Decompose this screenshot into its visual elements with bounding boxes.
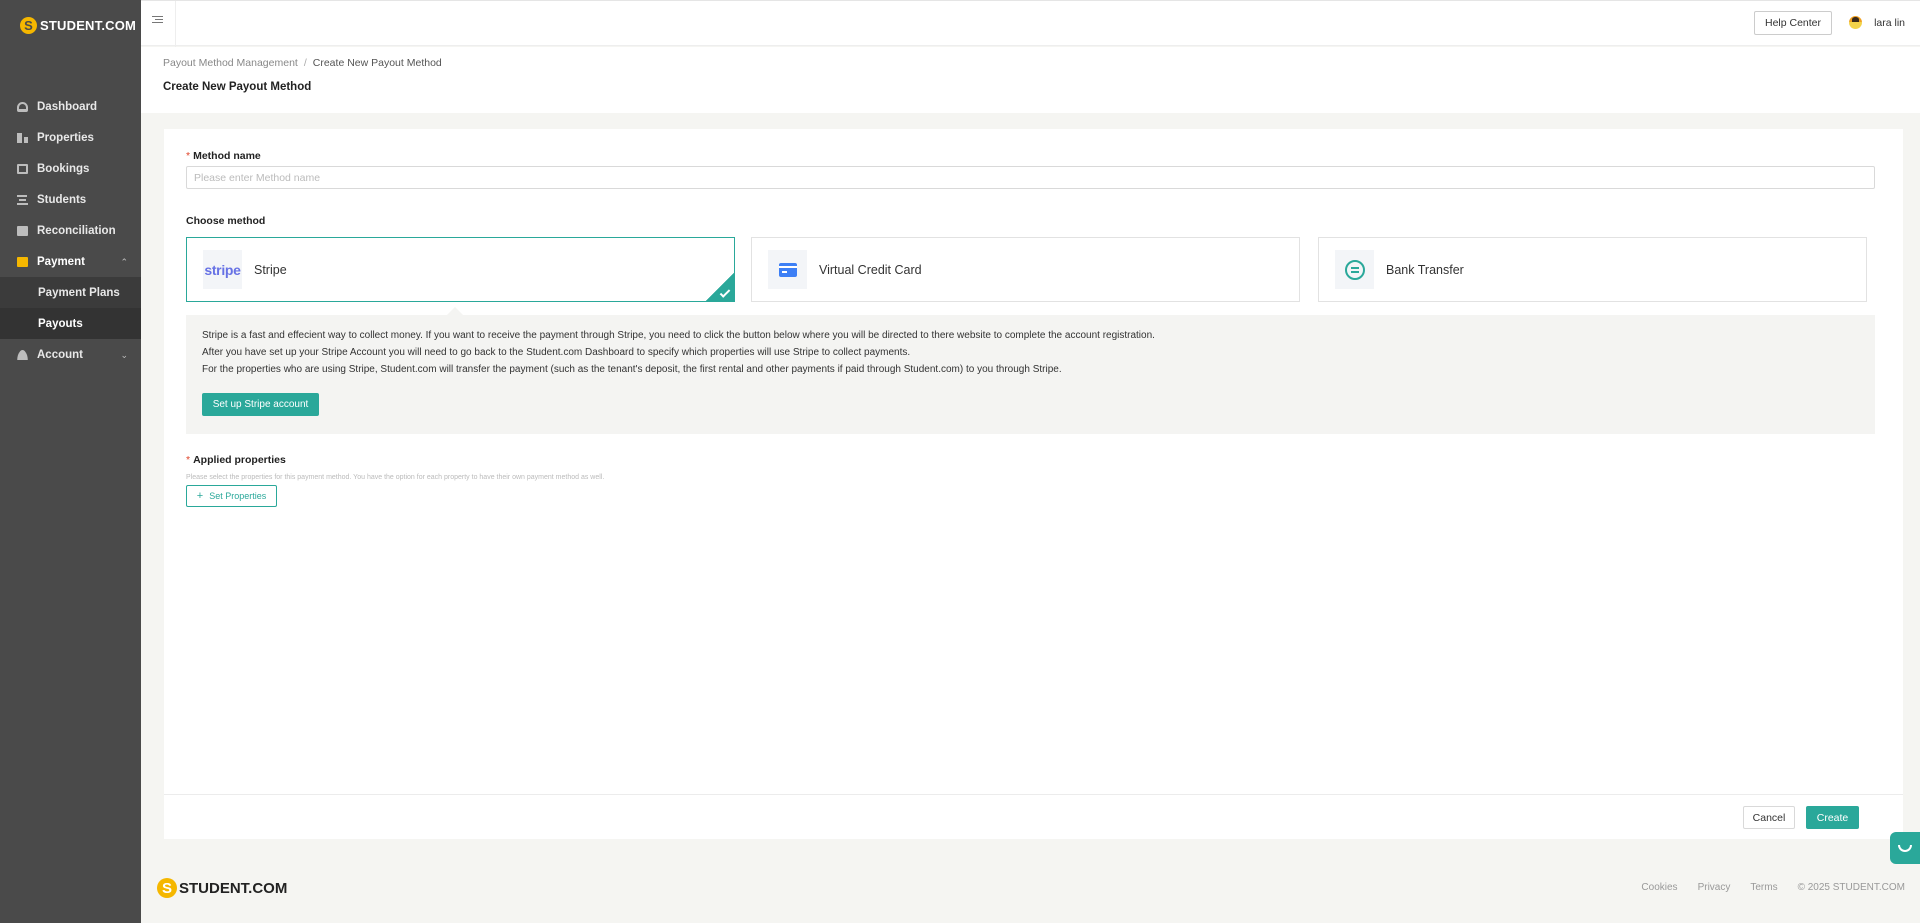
selected-corner: [705, 272, 734, 301]
app-logo[interactable]: S STUDENT.COM: [0, 0, 141, 50]
footer-link-privacy[interactable]: Privacy: [1698, 882, 1731, 893]
breadcrumb-current: Create New Payout Method: [312, 57, 442, 69]
method-name-label: * Method name: [186, 150, 261, 162]
method-option-stripe[interactable]: stripe Stripe: [186, 237, 735, 302]
setup-stripe-account-button[interactable]: Set up Stripe account: [202, 393, 319, 416]
applied-properties-label: * Applied properties: [186, 454, 286, 466]
sidebar-item-label: Reconciliation: [37, 224, 116, 237]
applied-properties-hint: Please select the properties for this pa…: [186, 474, 605, 481]
menu-collapse-icon[interactable]: [152, 16, 163, 26]
stripe-logo: stripe: [203, 250, 242, 289]
sidebar-item-reconciliation[interactable]: Reconciliation: [0, 215, 141, 246]
method-name-input[interactable]: [186, 166, 1875, 189]
divider: [175, 1, 176, 47]
sidebar-item-label: Payment: [37, 255, 85, 268]
sidebar-item-bookings[interactable]: Bookings: [0, 153, 141, 184]
user-name: lara lin: [1874, 16, 1905, 29]
method-option-label: Stripe: [254, 262, 287, 277]
bank-transfer-icon: [1344, 259, 1365, 280]
credit-card-icon: [778, 262, 797, 277]
applied-properties-label-text: Applied properties: [193, 454, 286, 466]
breadcrumb: Payout Method Management / Create New Pa…: [163, 57, 442, 69]
stripe-info-line: Stripe is a fast and effecient way to co…: [202, 330, 1155, 341]
sidebar-item-payment[interactable]: Payment ⌃: [0, 246, 141, 277]
sidebar-item-label: Bookings: [37, 162, 90, 175]
plus-icon: +: [196, 490, 204, 502]
chevron-down-icon: ⌄: [120, 350, 128, 360]
app-logo-text: STUDENT.COM: [40, 17, 137, 33]
sidebar-item-students[interactable]: Students: [0, 184, 141, 215]
footer-link-cookies[interactable]: Cookies: [1641, 882, 1677, 893]
sidebar-item-payment-plans[interactable]: Payment Plans: [0, 277, 141, 308]
form-card: *Method name Choose method stripe Stripe…: [164, 129, 1903, 839]
sidebar-item-properties[interactable]: Properties: [0, 122, 141, 153]
footer-logo-text: STUDENT.COM: [179, 879, 288, 897]
footer-links: Cookies Privacy Terms © 2025 STUDENT.COM: [1621, 882, 1905, 893]
form-actions: Cancel Create: [164, 794, 1903, 839]
avatar: [1849, 16, 1863, 29]
stripe-info-line: After you have set up your Stripe Accoun…: [202, 347, 911, 358]
sidebar-item-label: Account: [37, 348, 83, 361]
cancel-button[interactable]: Cancel: [1743, 806, 1795, 829]
calendar-icon: [17, 163, 28, 174]
sidebar-nav: Dashboard Properties Bookings Students R…: [0, 91, 141, 370]
sidebar-item-account[interactable]: Account ⌄: [0, 339, 141, 370]
users-icon: [17, 194, 28, 205]
sidebar-item-dashboard[interactable]: Dashboard: [0, 91, 141, 122]
method-name-label-text: Method name: [193, 150, 261, 162]
choose-method-label: Choose method: [186, 215, 266, 227]
required-mark: *: [186, 454, 191, 466]
help-center-button[interactable]: Help Center: [1754, 11, 1832, 35]
method-option-bank-transfer[interactable]: Bank Transfer: [1318, 237, 1867, 302]
dollar-icon: [17, 225, 28, 236]
sidebar-item-label: Properties: [37, 131, 94, 144]
footer-logo: S STUDENT.COM: [157, 878, 287, 898]
building-icon: [17, 132, 28, 143]
sidebar-item-label: Payment Plans: [38, 286, 120, 299]
student-logo-icon: S: [157, 878, 177, 898]
sidebar-item-label: Payouts: [38, 317, 83, 330]
footer-link-terms[interactable]: Terms: [1750, 882, 1777, 893]
stripe-info-line: For the properties who are using Stripe,…: [202, 364, 1062, 375]
vcc-logo: [768, 250, 807, 289]
page-title: Create New Payout Method: [163, 81, 312, 93]
stripe-info-panel: Stripe is a fast and effecient way to co…: [186, 315, 1875, 434]
user-menu[interactable]: lara lin: [1849, 16, 1905, 29]
top-bar: Help Center lara lin: [141, 0, 1920, 47]
method-option-virtual-credit-card[interactable]: Virtual Credit Card: [751, 237, 1300, 302]
student-logo-icon: S: [20, 16, 37, 34]
chat-widget-button[interactable]: [1890, 832, 1920, 864]
stripe-logo-text: stripe: [204, 261, 241, 278]
copyright: © 2025 STUDENT.COM: [1797, 882, 1905, 893]
set-properties-label: Set Properties: [209, 491, 267, 501]
wallet-icon: [17, 256, 28, 267]
user-icon: [17, 349, 28, 360]
page-header: Payout Method Management / Create New Pa…: [141, 47, 1920, 113]
bank-logo: [1335, 250, 1374, 289]
sidebar-item-payouts[interactable]: Payouts: [0, 308, 141, 339]
method-option-label: Bank Transfer: [1386, 262, 1464, 277]
chat-icon: [1898, 844, 1912, 852]
breadcrumb-separator: /: [303, 57, 307, 69]
chevron-up-icon: ⌃: [120, 257, 128, 267]
required-mark: *: [186, 150, 191, 162]
breadcrumb-link-payout-method-management[interactable]: Payout Method Management: [163, 57, 298, 69]
sidebar-item-label: Students: [37, 193, 87, 206]
method-option-label: Virtual Credit Card: [819, 262, 922, 277]
dashboard-icon: [17, 101, 28, 112]
create-button[interactable]: Create: [1806, 806, 1859, 829]
set-properties-button[interactable]: + Set Properties: [186, 485, 277, 507]
sidebar: S STUDENT.COM Dashboard Properties Booki…: [0, 0, 141, 923]
sidebar-item-label: Dashboard: [37, 100, 98, 113]
